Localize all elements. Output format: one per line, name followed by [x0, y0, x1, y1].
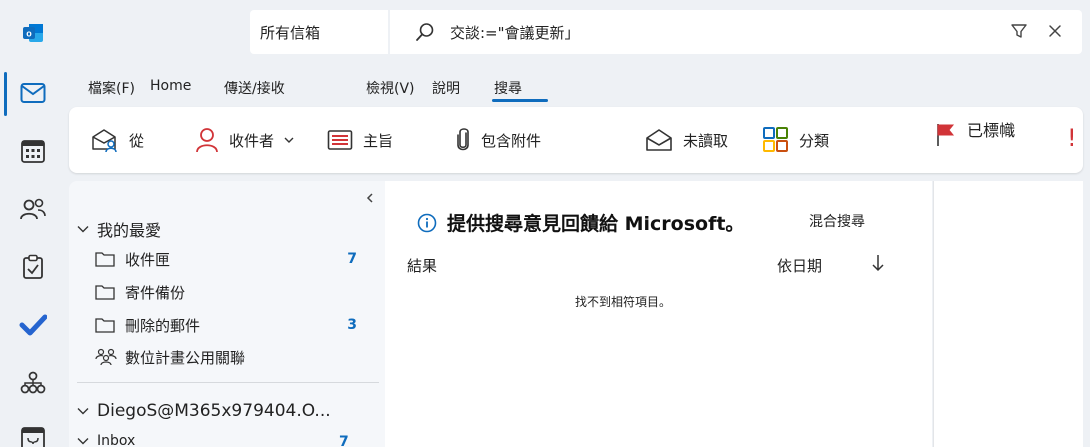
categorize-label: 分類 [799, 131, 830, 150]
search-ribbon: 從 收件者 主旨 包含附件 未讀取 分類 已標幟 ! [69, 107, 1083, 173]
flagged-button[interactable]: 已標幟 [935, 119, 1015, 149]
bookings-icon[interactable] [0, 414, 66, 447]
tasks-icon[interactable] [0, 244, 66, 290]
tab-home[interactable]: Home [150, 78, 191, 94]
account-header[interactable]: DiegoS@M365x979404.O... [77, 401, 331, 421]
subject-icon [327, 130, 353, 150]
tab-file[interactable]: 檔案(F) [88, 78, 135, 98]
categorize-button[interactable]: 分類 [763, 125, 829, 155]
reading-pane [933, 181, 1083, 447]
chevron-down-icon [77, 407, 93, 415]
from-label: 從 [129, 131, 145, 150]
importance-button[interactable]: ! [1067, 123, 1077, 153]
folder-icon [95, 251, 117, 267]
folder-sent-items[interactable]: 寄件備份 [95, 278, 357, 306]
chevron-down-icon [284, 136, 304, 144]
tab-search[interactable]: 搜尋 [494, 78, 522, 98]
to-label: 收件者 [229, 131, 275, 150]
folder-pane: 我的最愛 收件匣 7 寄件備份 刪除的郵件 3 數位計畫公用關聯 DiegoS@… [69, 181, 385, 447]
info-icon [417, 213, 437, 233]
folder-label: 刪除的郵件 [125, 316, 201, 335]
search-scope-dropdown[interactable]: 所有信箱 [250, 10, 388, 54]
mail-icon[interactable] [0, 70, 66, 116]
chevron-down-icon [77, 225, 93, 233]
to-button[interactable]: 收件者 [195, 125, 304, 155]
unread-count: 7 [339, 434, 349, 447]
chevron-down-icon [77, 437, 93, 445]
calendar-icon[interactable] [0, 128, 66, 174]
open-envelope-icon [646, 129, 672, 151]
flagged-label: 已標幟 [967, 121, 1016, 140]
sort-direction-icon[interactable] [871, 253, 885, 277]
subject-label: 主旨 [363, 131, 394, 150]
pane-divider [77, 382, 379, 383]
app-rail: o [0, 0, 66, 447]
favorites-label: 我的最愛 [97, 221, 162, 240]
has-attachments-label: 包含附件 [481, 131, 542, 150]
mixed-search-toggle[interactable]: 混合搜尋 [809, 211, 865, 231]
org-icon[interactable] [0, 360, 66, 406]
empty-results-message: 找不到相符項目。 [575, 295, 672, 309]
folder-label: 收件匣 [125, 250, 171, 269]
message-list: 提供搜尋意見回饋給 Microsoft。 混合搜尋 結果 依日期 找不到相符項目… [385, 181, 932, 447]
folder-deleted-items[interactable]: 刪除的郵件 3 [95, 311, 357, 339]
unread-count: 7 [347, 251, 357, 267]
folder-label: 數位計畫公用關聯 [125, 348, 246, 367]
active-tab-indicator [492, 99, 548, 102]
folder-icon [95, 284, 117, 300]
search-query: 交談:="會議更新」 [450, 23, 580, 42]
search-feedback-link[interactable]: 提供搜尋意見回饋給 Microsoft。 [417, 209, 744, 236]
search-scope-label: 所有信箱 [260, 23, 321, 42]
feedback-text: 提供搜尋意見回饋給 Microsoft。 [447, 213, 745, 235]
account-label: DiegoS@M365x979404.O... [97, 401, 331, 421]
folder-label: Inbox [97, 433, 136, 447]
tab-help[interactable]: 說明 [432, 78, 460, 98]
search-input[interactable]: 交談:="會議更新」 [390, 10, 1082, 54]
folder-group[interactable]: 數位計畫公用關聯 [95, 343, 357, 371]
categories-icon [763, 127, 788, 152]
tab-send-receive[interactable]: 傳送/接收 [224, 78, 285, 98]
collapse-pane-icon[interactable] [361, 189, 379, 207]
folder-icon [95, 317, 117, 333]
from-contact-icon [92, 129, 117, 153]
unread-label: 未讀取 [683, 131, 729, 150]
search-icon [414, 21, 436, 43]
filter-icon[interactable] [1010, 22, 1028, 44]
folder-account-inbox[interactable]: Inbox [77, 433, 135, 447]
unread-count: 3 [347, 317, 357, 333]
sort-by-date-button[interactable]: 依日期 [777, 255, 822, 276]
folder-label: 寄件備份 [125, 283, 186, 302]
subject-button[interactable]: 主旨 [327, 125, 393, 155]
people-icon[interactable] [0, 186, 66, 232]
from-button[interactable]: 從 [91, 125, 144, 155]
results-header: 結果 [407, 257, 438, 275]
close-icon[interactable] [1046, 22, 1064, 44]
outlook-logo-letter: o [26, 29, 32, 39]
importance-icon: ! [1067, 124, 1077, 152]
folder-inbox[interactable]: 收件匣 7 [95, 245, 357, 273]
outlook-logo-icon: o [0, 10, 66, 56]
paperclip-icon [457, 128, 469, 151]
person-icon [196, 128, 218, 153]
todo-icon[interactable] [0, 302, 66, 348]
flag-icon [937, 124, 955, 146]
group-icon [95, 348, 117, 366]
has-attachments-button[interactable]: 包含附件 [455, 125, 541, 155]
tab-view[interactable]: 檢視(V) [366, 78, 415, 98]
favorites-header[interactable]: 我的最愛 [77, 217, 161, 241]
unread-button[interactable]: 未讀取 [645, 125, 728, 155]
